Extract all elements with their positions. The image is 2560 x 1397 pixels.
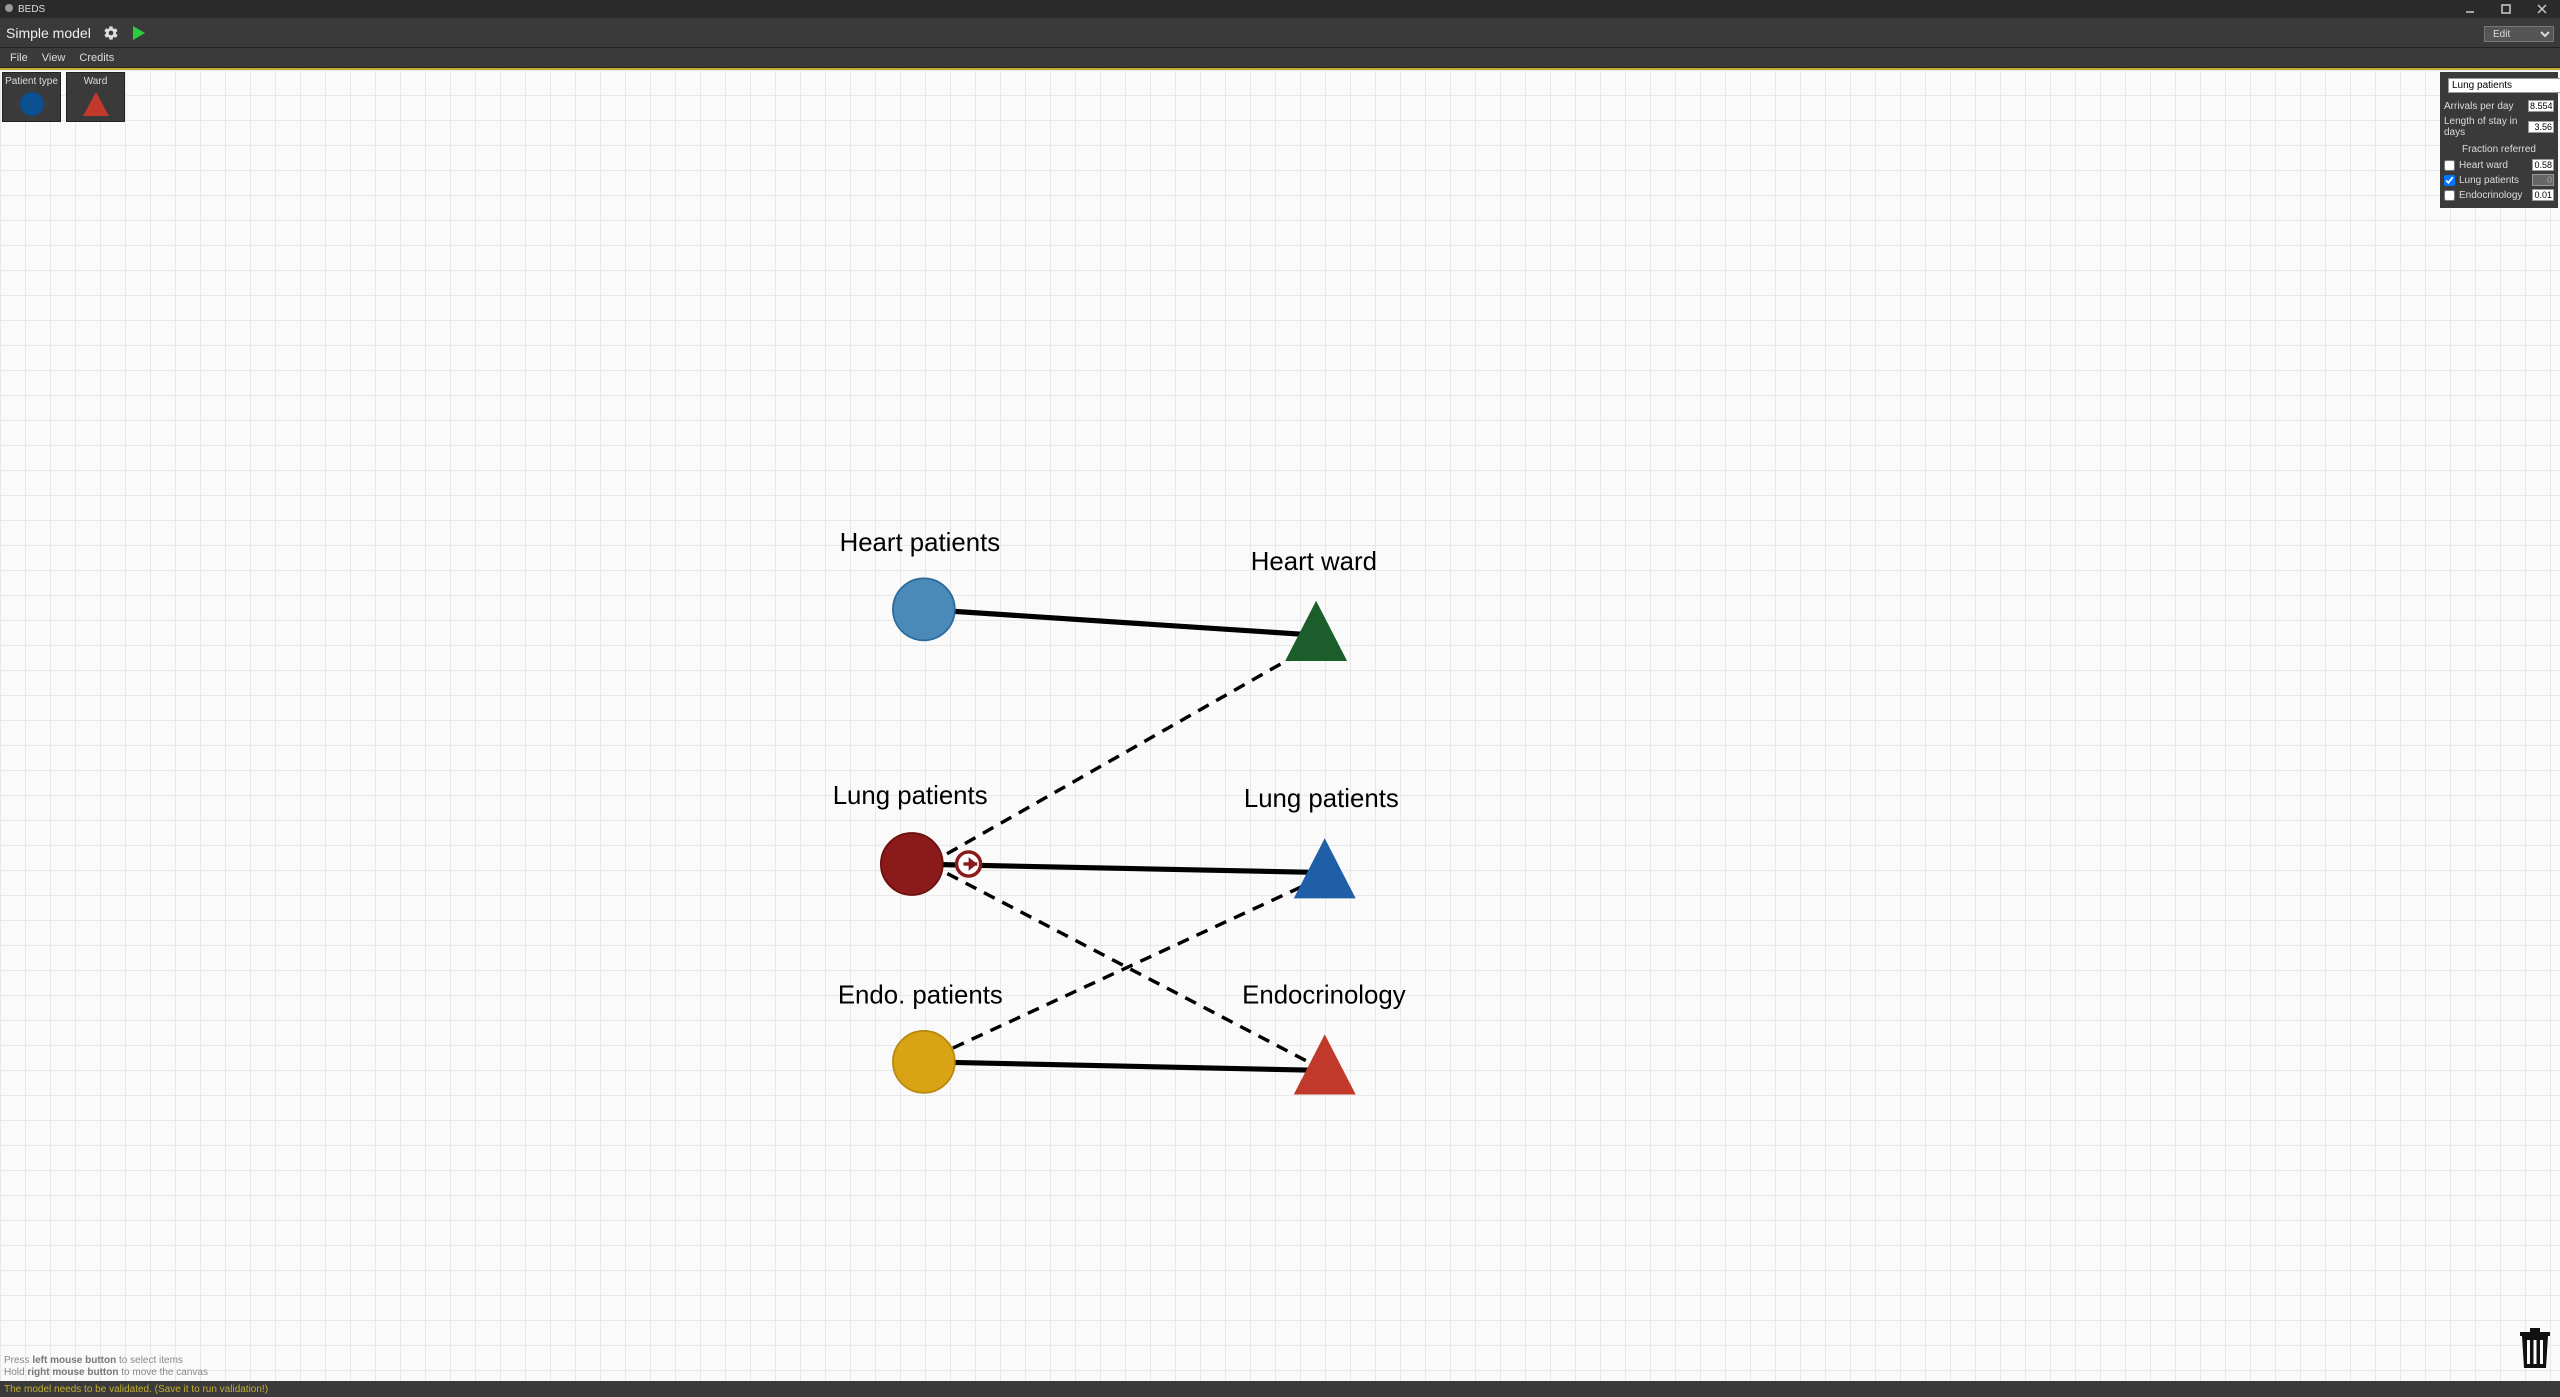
fraction-value-endo[interactable]	[2532, 189, 2554, 201]
menu-bar: File View Credits	[0, 48, 2560, 68]
play-button[interactable]	[131, 25, 147, 41]
los-input[interactable]	[2528, 121, 2554, 133]
node-lung-patients[interactable]	[881, 833, 943, 895]
edge-lung-lungward	[912, 864, 1325, 873]
node-endo-patients[interactable]	[893, 1031, 955, 1093]
canvas-area[interactable]: Patient type Ward Heart patients Lung pa…	[0, 68, 2560, 1381]
fraction-header: Fraction referred	[2444, 144, 2554, 155]
fraction-label-endo: Endocrinology	[2459, 190, 2528, 201]
window-app-name: BEDS	[18, 4, 45, 15]
node-heart-patients[interactable]	[893, 578, 955, 640]
node-label-endocrinology: Endocrinology	[1242, 981, 1406, 1009]
palette-patient-type[interactable]: Patient type	[2, 72, 61, 122]
fraction-row-lung: Lung patients	[2444, 174, 2554, 186]
trash-button[interactable]	[2518, 1328, 2552, 1375]
edge-lung-heartward	[929, 644, 1316, 864]
canvas-hints: Press left mouse button to select items …	[4, 1355, 208, 1379]
mode-select[interactable]: Edit	[2484, 26, 2554, 42]
inspector-name-input[interactable]	[2448, 78, 2560, 93]
menu-credits[interactable]: Credits	[79, 52, 114, 64]
node-endocrinology[interactable]	[1294, 1034, 1356, 1094]
trash-icon	[2518, 1328, 2552, 1370]
node-heart-ward[interactable]	[1285, 601, 1347, 661]
fraction-row-heart: Heart ward	[2444, 159, 2554, 171]
fraction-row-endo: Endocrinology	[2444, 189, 2554, 201]
fraction-value-heart[interactable]	[2532, 159, 2554, 171]
window-minimize-button[interactable]	[2456, 2, 2484, 16]
edge-lung-endoward	[929, 864, 1325, 1070]
arrivals-input[interactable]	[2528, 100, 2554, 112]
menu-file[interactable]: File	[10, 52, 28, 64]
inspector-panel: Arrivals per day Length of stay in days …	[2440, 72, 2558, 208]
node-label-lung-patients: Lung patients	[833, 782, 988, 810]
node-label-heart-ward: Heart ward	[1251, 548, 1377, 576]
node-label-lung-ward: Lung patients	[1244, 785, 1399, 813]
menu-view[interactable]: View	[42, 52, 66, 64]
node-label-heart-patients: Heart patients	[840, 529, 1001, 557]
edge-heart-heartward	[924, 609, 1316, 635]
ubuntu-icon	[4, 3, 14, 16]
fraction-label-heart: Heart ward	[2459, 160, 2528, 171]
fraction-value-lung	[2532, 174, 2554, 186]
node-lung-ward[interactable]	[1294, 838, 1356, 898]
node-label-endo-patients: Endo. patients	[838, 981, 1003, 1009]
fraction-check-lung[interactable]	[2444, 175, 2455, 186]
app-toolbar: Simple model Edit	[0, 18, 2560, 48]
palette-patient-type-label: Patient type	[5, 76, 58, 87]
model-title: Simple model	[6, 25, 91, 41]
edge-endo-lungward	[934, 876, 1325, 1057]
fraction-check-endo[interactable]	[2444, 190, 2455, 201]
window-titlebar: BEDS	[0, 0, 2560, 18]
palette: Patient type Ward	[2, 72, 125, 122]
palette-ward-label: Ward	[84, 76, 108, 87]
fraction-label-lung: Lung patients	[2459, 175, 2528, 186]
status-bar: The model needs to be validated. (Save i…	[0, 1381, 2560, 1397]
circle-icon	[17, 89, 47, 119]
window-close-button[interactable]	[2528, 2, 2556, 16]
window-maximize-button[interactable]	[2492, 2, 2520, 16]
arrivals-label: Arrivals per day	[2444, 101, 2513, 112]
palette-ward[interactable]: Ward	[66, 72, 125, 122]
triangle-icon	[81, 89, 111, 119]
status-text: The model needs to be validated. (Save i…	[4, 1384, 268, 1395]
settings-button[interactable]	[103, 25, 119, 41]
edge-endo-endoward	[924, 1062, 1325, 1071]
node-lung-handle[interactable]	[957, 852, 981, 876]
diagram-svg: Heart patients Lung patients Endo. patie…	[0, 70, 2560, 1381]
los-label: Length of stay in days	[2444, 116, 2528, 138]
fraction-check-heart[interactable]	[2444, 160, 2455, 171]
